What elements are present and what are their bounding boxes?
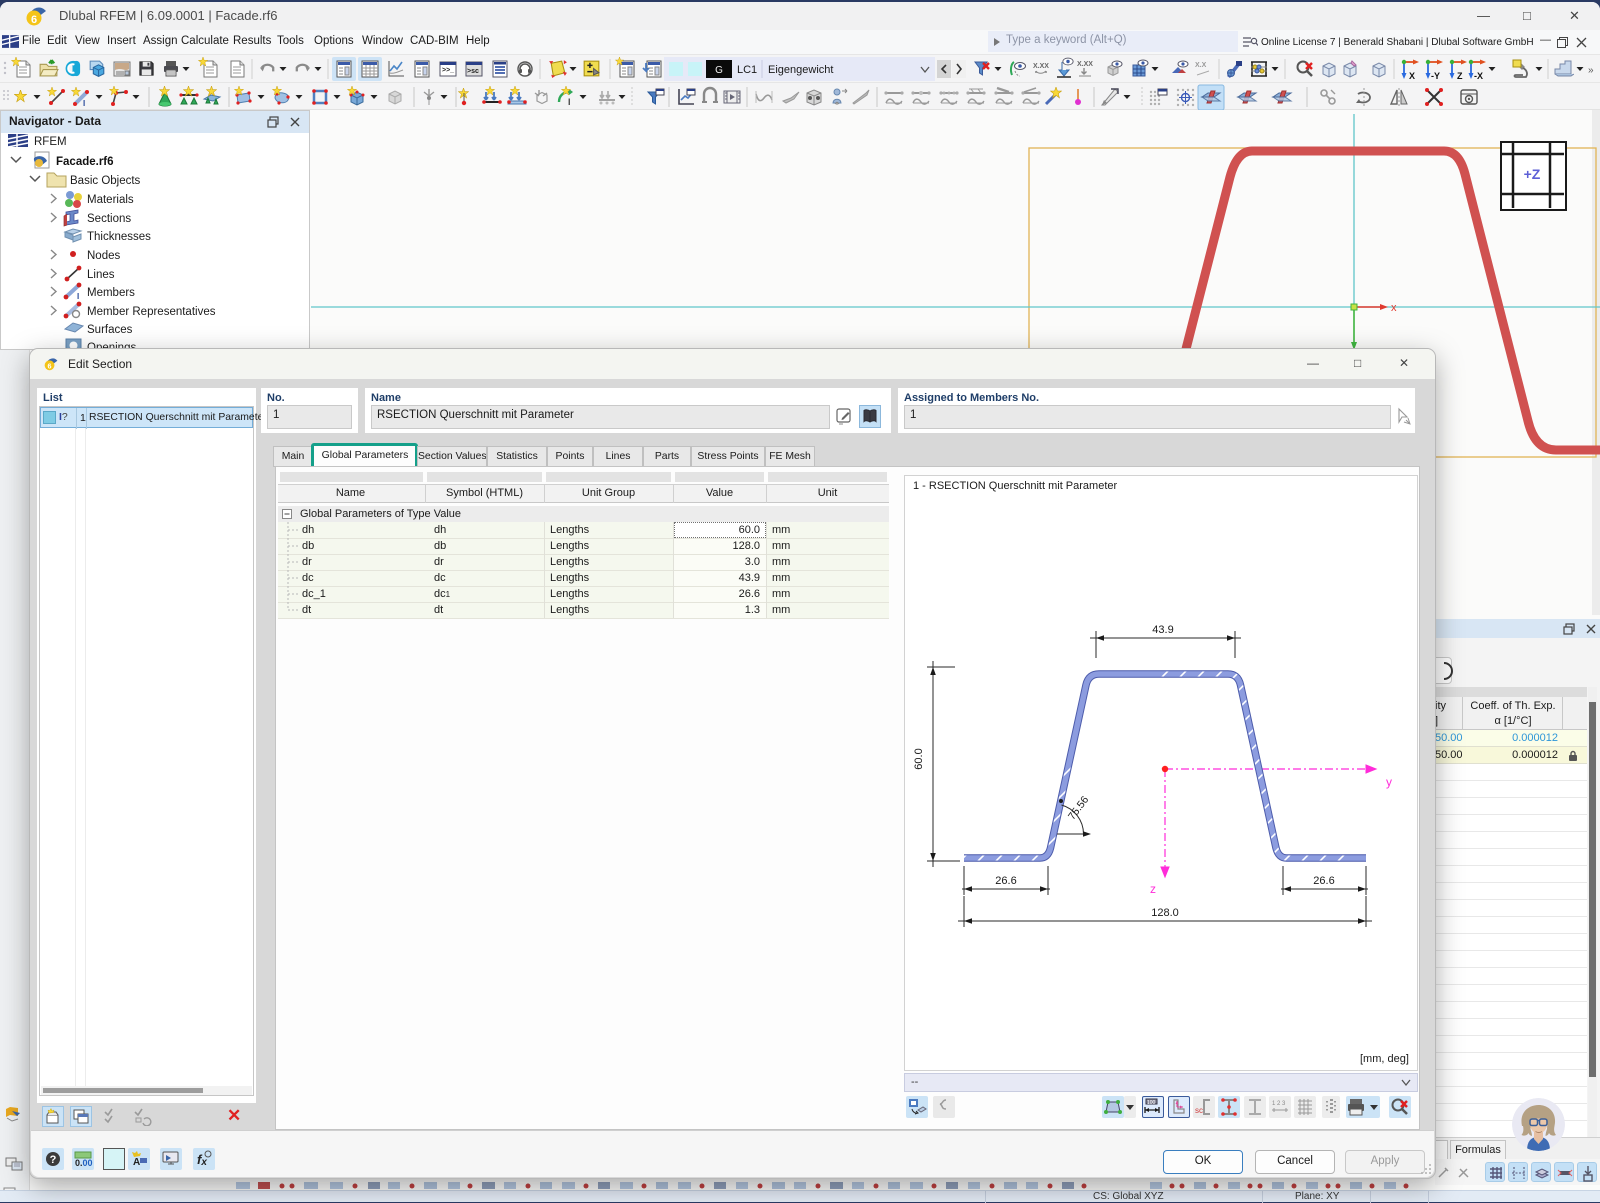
svg-text:Facade.rf6: Facade.rf6 [56,156,114,168]
svg-text:Sections: Sections [87,213,131,225]
svg-text:RFEM: RFEM [34,136,67,148]
svg-text:fx: fx [197,1152,207,1168]
svg-text:Z: Z [1457,71,1463,81]
svg-text:-Y: -Y [1431,71,1440,81]
svg-text:Materials: Materials [87,194,134,206]
svg-text:43.9: 43.9 [1152,624,1173,636]
svg-text:x: x [1391,302,1397,314]
svg-text:Members: Members [87,287,135,299]
svg-text:Eigengewicht: Eigengewicht [768,64,833,76]
svg-text:128.0: 128.0 [1151,907,1179,919]
svg-text:A: A [133,1157,140,1168]
svg-text:Thicknesses: Thicknesses [87,231,151,243]
svg-text:X: X [1409,71,1415,81]
svg-text:1 2 3: 1 2 3 [1272,1101,1286,1107]
svg-text:60.0: 60.0 [913,748,925,769]
svg-text:Member Representatives: Member Representatives [87,306,216,318]
svg-text:+Z: +Z [1524,166,1541,182]
svg-text:Basic Objects: Basic Objects [70,175,141,187]
svg-text:»: » [1588,65,1594,76]
svg-text:Lines: Lines [87,269,115,281]
svg-text:6: 6 [31,14,37,26]
svg-text:LC1: LC1 [737,64,757,76]
svg-text:0.00: 0.00 [75,1158,93,1168]
svg-text:Nodes: Nodes [87,250,120,262]
svg-text:Surfaces: Surfaces [87,324,133,336]
svg-text:sc: sc [1195,1106,1203,1115]
svg-text:-X: -X [1474,71,1483,81]
svg-text:100: 100 [1147,1100,1156,1106]
svg-text:?: ? [50,1154,57,1166]
svg-text:I: I [77,292,79,301]
svg-text:26.6: 26.6 [995,875,1016,887]
svg-text:26.6: 26.6 [1313,875,1334,887]
svg-text:6: 6 [48,362,52,371]
